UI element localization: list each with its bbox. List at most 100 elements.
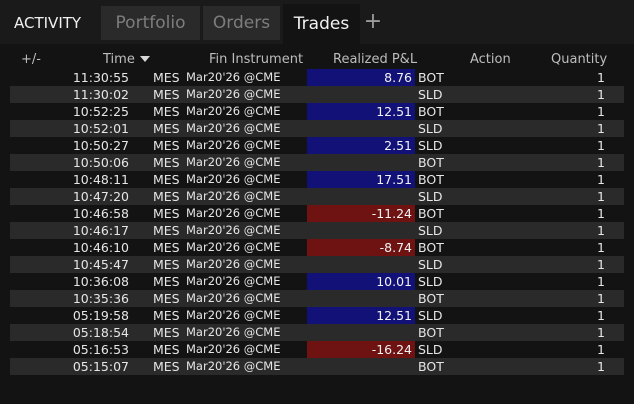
- action-cell: SLD: [418, 223, 443, 238]
- expiry-cell: Mar20'26 @CME: [186, 172, 281, 186]
- action-cell: BOT: [418, 155, 444, 170]
- quantity-cell: 1: [597, 121, 605, 136]
- symbol-cell: MES: [153, 172, 180, 187]
- time-cell: 11:30:02: [72, 87, 129, 102]
- symbol-cell: MES: [153, 325, 180, 340]
- time-cell: 05:16:53: [72, 342, 129, 357]
- symbol-cell: MES: [153, 70, 180, 85]
- time-cell: 10:47:20: [72, 189, 129, 204]
- table-row[interactable]: 10:46:10 MES Mar20'26 @CME -8.74 BOT 1: [0, 239, 634, 256]
- table-row[interactable]: 05:19:58 MES Mar20'26 @CME 12.51 SLD 1: [0, 307, 634, 324]
- table-header: +/- Time Fin Instrument Realized P&L Act…: [0, 44, 634, 69]
- table-row[interactable]: 05:18:54 MES Mar20'26 @CME BOT 1: [0, 324, 634, 341]
- quantity-cell: 1: [597, 138, 605, 153]
- quantity-cell: 1: [597, 155, 605, 170]
- expiry-cell: Mar20'26 @CME: [186, 291, 281, 305]
- column-header-instrument[interactable]: Fin Instrument: [209, 52, 303, 67]
- expiry-cell: Mar20'26 @CME: [186, 206, 281, 220]
- time-cell: 10:46:10: [72, 240, 129, 255]
- symbol-cell: MES: [153, 104, 180, 119]
- table-row[interactable]: 10:52:01 MES Mar20'26 @CME SLD 1: [0, 120, 634, 137]
- column-header-action[interactable]: Action: [470, 52, 511, 67]
- column-header-pnl[interactable]: Realized P&L: [333, 52, 417, 67]
- action-cell: SLD: [418, 138, 443, 153]
- action-cell: BOT: [418, 172, 444, 187]
- pnl-value: 8.76: [384, 70, 412, 85]
- table-row[interactable]: 05:15:07 MES Mar20'26 @CME BOT 1: [0, 358, 634, 375]
- quantity-cell: 1: [597, 257, 605, 272]
- time-cell: 05:18:54: [72, 325, 129, 340]
- quantity-cell: 1: [597, 308, 605, 323]
- time-cell: 10:46:58: [72, 206, 129, 221]
- table-row[interactable]: 05:16:53 MES Mar20'26 @CME -16.24 SLD 1: [0, 341, 634, 358]
- expiry-cell: Mar20'26 @CME: [186, 325, 281, 339]
- pnl-cell: [307, 120, 415, 137]
- symbol-cell: MES: [153, 223, 180, 238]
- time-cell: 10:52:01: [72, 121, 129, 136]
- time-cell: 10:36:08: [72, 274, 129, 289]
- table-row[interactable]: 10:46:58 MES Mar20'26 @CME -11.24 BOT 1: [0, 205, 634, 222]
- time-cell: 10:45:47: [72, 257, 129, 272]
- quantity-cell: 1: [597, 87, 605, 102]
- table-row[interactable]: 10:45:47 MES Mar20'26 @CME SLD 1: [0, 256, 634, 273]
- action-cell: BOT: [418, 240, 444, 255]
- action-cell: SLD: [418, 87, 443, 102]
- quantity-cell: 1: [597, 70, 605, 85]
- pnl-value: -11.24: [371, 206, 412, 221]
- action-cell: SLD: [418, 274, 443, 289]
- pnl-value: -16.24: [371, 342, 412, 357]
- action-cell: BOT: [418, 104, 444, 119]
- action-cell: SLD: [418, 308, 443, 323]
- table-row[interactable]: 10:35:36 MES Mar20'26 @CME BOT 1: [0, 290, 634, 307]
- symbol-cell: MES: [153, 155, 180, 170]
- add-tab-button[interactable]: +: [362, 8, 384, 36]
- action-cell: SLD: [418, 121, 443, 136]
- pnl-value: 12.51: [376, 104, 412, 119]
- symbol-cell: MES: [153, 87, 180, 102]
- pnl-value: 2.51: [384, 138, 412, 153]
- quantity-cell: 1: [597, 206, 605, 221]
- expiry-cell: Mar20'26 @CME: [186, 359, 281, 373]
- expiry-cell: Mar20'26 @CME: [186, 104, 281, 118]
- pnl-value: -8.74: [379, 240, 412, 255]
- table-row[interactable]: 10:36:08 MES Mar20'26 @CME 10.01 SLD 1: [0, 273, 634, 290]
- tab-orders[interactable]: Orders: [203, 6, 280, 40]
- symbol-cell: MES: [153, 291, 180, 306]
- table-row[interactable]: 10:52:25 MES Mar20'26 @CME 12.51 BOT 1: [0, 103, 634, 120]
- quantity-cell: 1: [597, 240, 605, 255]
- table-row[interactable]: 10:47:20 MES Mar20'26 @CME SLD 1: [0, 188, 634, 205]
- tab-trades[interactable]: Trades: [283, 4, 360, 44]
- symbol-cell: MES: [153, 359, 180, 374]
- action-cell: SLD: [418, 189, 443, 204]
- column-header-quantity[interactable]: Quantity: [551, 52, 607, 67]
- quantity-cell: 1: [597, 104, 605, 119]
- trades-table: 11:30:55 MES Mar20'26 @CME 8.76 BOT 1 11:30:02…: [0, 69, 634, 375]
- symbol-cell: MES: [153, 257, 180, 272]
- column-header-plusminus[interactable]: +/-: [21, 52, 41, 67]
- expiry-cell: Mar20'26 @CME: [186, 87, 281, 101]
- time-cell: 10:50:06: [72, 155, 129, 170]
- table-row[interactable]: 10:50:06 MES Mar20'26 @CME BOT 1: [0, 154, 634, 171]
- quantity-cell: 1: [597, 342, 605, 357]
- expiry-cell: Mar20'26 @CME: [186, 342, 281, 356]
- pnl-value: 17.51: [376, 172, 412, 187]
- expiry-cell: Mar20'26 @CME: [186, 70, 281, 84]
- pnl-cell: [307, 86, 415, 103]
- tab-portfolio[interactable]: Portfolio: [101, 6, 200, 40]
- pnl-cell: [307, 256, 415, 273]
- quantity-cell: 1: [597, 223, 605, 238]
- pnl-cell: [307, 290, 415, 307]
- table-row[interactable]: 11:30:02 MES Mar20'26 @CME SLD 1: [0, 86, 634, 103]
- sort-descending-icon[interactable]: [140, 56, 150, 62]
- expiry-cell: Mar20'26 @CME: [186, 189, 281, 203]
- symbol-cell: MES: [153, 274, 180, 289]
- column-header-time[interactable]: Time: [103, 52, 135, 67]
- expiry-cell: Mar20'26 @CME: [186, 223, 281, 237]
- expiry-cell: Mar20'26 @CME: [186, 274, 281, 288]
- table-row[interactable]: 10:48:11 MES Mar20'26 @CME 17.51 BOT 1: [0, 171, 634, 188]
- symbol-cell: MES: [153, 342, 180, 357]
- table-row[interactable]: 10:50:27 MES Mar20'26 @CME 2.51 SLD 1: [0, 137, 634, 154]
- table-row[interactable]: 10:46:17 MES Mar20'26 @CME SLD 1: [0, 222, 634, 239]
- table-row[interactable]: 11:30:55 MES Mar20'26 @CME 8.76 BOT 1: [0, 69, 634, 86]
- time-cell: 11:30:55: [72, 70, 129, 85]
